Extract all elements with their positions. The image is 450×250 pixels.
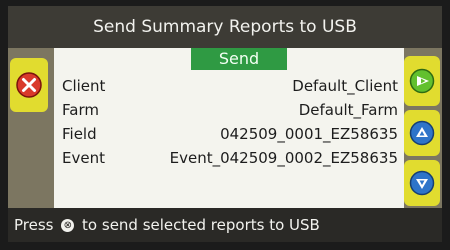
screen-title: Send Summary Reports to USB: [8, 6, 442, 48]
scroll-up-button[interactable]: [404, 110, 440, 156]
row-value: Default_Client: [292, 77, 398, 95]
send-column-header: Send: [191, 48, 287, 70]
row-value: Default_Farm: [298, 101, 398, 119]
report-selection-panel: Send Client Default_Client Farm Default_…: [54, 48, 404, 208]
scroll-down-button[interactable]: [404, 160, 440, 206]
next-button[interactable]: [404, 56, 440, 106]
usb-report-screen: Send Summary Reports to USB Send Client …: [8, 6, 442, 242]
row-value: 042509_0001_EZ58635: [220, 125, 398, 143]
report-row-client[interactable]: Client Default_Client: [54, 74, 404, 98]
row-label: Client: [62, 77, 106, 95]
status-prefix: Press: [14, 216, 54, 234]
row-value: Event_042509_0002_EZ58635: [169, 149, 398, 167]
status-message: Press ⊗ to send selected reports to USB: [8, 208, 442, 242]
status-suffix: to send selected reports to USB: [82, 216, 320, 234]
row-label: Field: [62, 125, 97, 143]
left-button-column: [8, 48, 54, 208]
cancel-button[interactable]: [10, 58, 48, 112]
right-button-column: [404, 48, 442, 208]
confirm-icon: ⊗: [61, 219, 75, 232]
report-row-field[interactable]: Field 042509_0001_EZ58635: [54, 122, 404, 146]
report-row-event[interactable]: Event Event_042509_0002_EZ58635: [54, 146, 404, 170]
report-row-farm[interactable]: Farm Default_Farm: [54, 98, 404, 122]
row-label: Farm: [62, 101, 99, 119]
row-label: Event: [62, 149, 105, 167]
